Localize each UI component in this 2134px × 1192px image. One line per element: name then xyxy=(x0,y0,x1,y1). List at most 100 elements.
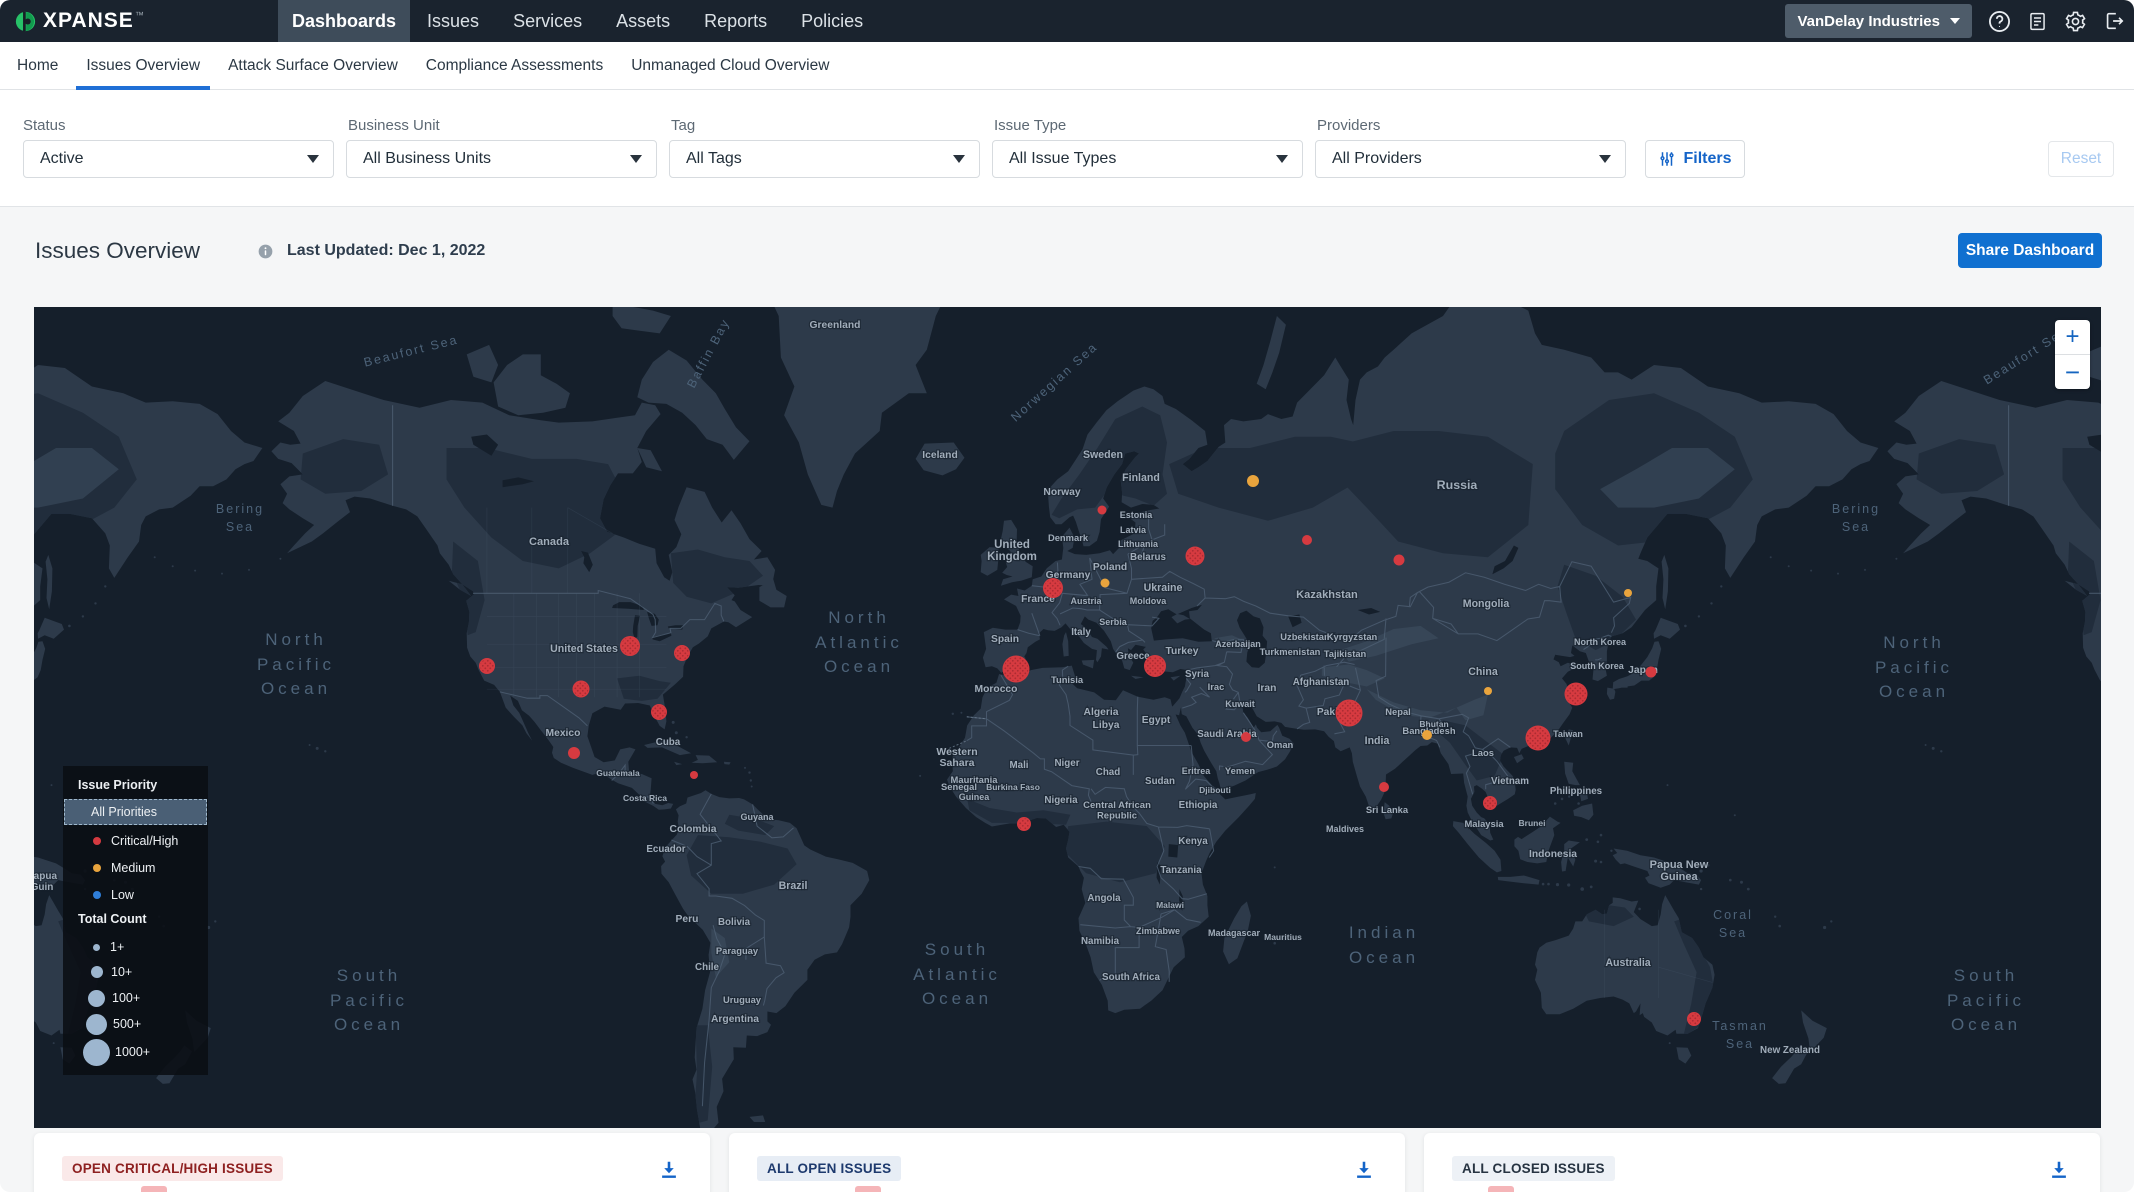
svg-text:North Korea: North Korea xyxy=(1574,637,1627,647)
svg-text:Sudan: Sudan xyxy=(1145,776,1175,787)
svg-text:Brunei: Brunei xyxy=(1519,818,1546,828)
svg-text:Lithuania: Lithuania xyxy=(1118,539,1159,549)
svg-text:South Korea: South Korea xyxy=(1570,661,1624,671)
svg-text:Ocean: Ocean xyxy=(824,657,894,676)
svg-text:Syria: Syria xyxy=(1185,669,1210,680)
svg-text:Chile: Chile xyxy=(695,962,720,973)
svg-text:Madagascar: Madagascar xyxy=(1208,928,1261,938)
svg-text:Egypt: Egypt xyxy=(1142,715,1171,726)
svg-text:Sea: Sea xyxy=(1842,520,1870,534)
svg-text:Uruguay: Uruguay xyxy=(723,994,762,1005)
svg-text:Mali: Mali xyxy=(1009,760,1028,771)
svg-text:South: South xyxy=(337,966,401,985)
svg-text:Republic: Republic xyxy=(1097,810,1137,821)
svg-text:Atlantic: Atlantic xyxy=(815,633,903,652)
svg-text:Sea: Sea xyxy=(226,520,254,534)
svg-text:Sea: Sea xyxy=(1719,926,1747,940)
svg-text:Senegal: Senegal xyxy=(941,781,977,792)
svg-text:Algeria: Algeria xyxy=(1084,707,1119,718)
svg-text:Mauritius: Mauritius xyxy=(1264,932,1302,942)
svg-text:Iran: Iran xyxy=(1258,683,1277,694)
svg-text:Norway: Norway xyxy=(1043,487,1080,498)
svg-text:Mexico: Mexico xyxy=(546,728,581,739)
svg-text:Italy: Italy xyxy=(1071,627,1091,638)
svg-text:North: North xyxy=(1883,633,1945,652)
svg-text:Philippines: Philippines xyxy=(1550,786,1603,797)
svg-text:Cuba: Cuba xyxy=(656,737,681,748)
svg-text:Latvia: Latvia xyxy=(1120,525,1147,535)
svg-text:Afghanistan: Afghanistan xyxy=(1293,677,1350,688)
svg-text:Pacific: Pacific xyxy=(257,655,335,674)
svg-text:Ocean: Ocean xyxy=(1349,948,1419,967)
svg-text:Kuwait: Kuwait xyxy=(1225,699,1255,709)
svg-text:Djibouti: Djibouti xyxy=(1199,785,1231,795)
svg-text:Ocean: Ocean xyxy=(922,989,992,1008)
svg-text:Taiwan: Taiwan xyxy=(1553,729,1583,739)
svg-text:Zimbabwe: Zimbabwe xyxy=(1136,926,1180,936)
svg-text:Brazil: Brazil xyxy=(779,880,808,892)
svg-text:Kenya: Kenya xyxy=(1178,836,1208,847)
svg-text:Burkina Faso: Burkina Faso xyxy=(986,782,1040,792)
svg-text:Morocco: Morocco xyxy=(975,684,1018,695)
svg-text:South: South xyxy=(1954,966,2018,985)
svg-text:Denmark: Denmark xyxy=(1048,532,1089,543)
svg-text:South Africa: South Africa xyxy=(1102,972,1160,983)
svg-text:Peru: Peru xyxy=(676,914,699,925)
svg-text:Tunisia: Tunisia xyxy=(1051,674,1084,685)
svg-text:Azerbaijan: Azerbaijan xyxy=(1215,639,1261,649)
svg-text:South: South xyxy=(925,940,989,959)
svg-text:Chad: Chad xyxy=(1096,767,1121,778)
svg-text:China: China xyxy=(1468,666,1498,678)
svg-text:Bering: Bering xyxy=(1832,502,1880,516)
svg-text:North: North xyxy=(828,608,890,627)
svg-text:Libya: Libya xyxy=(1093,720,1120,731)
svg-text:Mongolia: Mongolia xyxy=(1463,598,1510,610)
svg-text:Malawi: Malawi xyxy=(1156,900,1184,910)
svg-text:Belarus: Belarus xyxy=(1130,552,1166,563)
svg-text:Vietnam: Vietnam xyxy=(1491,776,1529,787)
svg-text:Namibia: Namibia xyxy=(1081,936,1120,947)
svg-text:Australia: Australia xyxy=(1605,957,1650,969)
svg-text:Indonesia: Indonesia xyxy=(1529,849,1577,860)
svg-text:United States: United States xyxy=(550,643,618,655)
svg-text:Sri Lanka: Sri Lanka xyxy=(1366,804,1409,815)
svg-text:Poland: Poland xyxy=(1093,562,1127,573)
svg-text:Pacific: Pacific xyxy=(330,991,408,1010)
svg-text:Iceland: Iceland xyxy=(922,450,957,461)
svg-text:Guinea: Guinea xyxy=(959,792,991,802)
svg-text:Greenland: Greenland xyxy=(810,320,861,331)
svg-text:North: North xyxy=(265,630,327,649)
svg-text:Maldives: Maldives xyxy=(1326,824,1364,834)
svg-text:Pacific: Pacific xyxy=(1875,658,1953,677)
svg-text:Sweden: Sweden xyxy=(1083,449,1123,461)
svg-text:Sahara: Sahara xyxy=(939,757,974,769)
svg-text:Kazakhstan: Kazakhstan xyxy=(1296,589,1358,601)
svg-text:Finland: Finland xyxy=(1122,472,1160,484)
svg-text:Malaysia: Malaysia xyxy=(1464,818,1504,829)
svg-text:Indian: Indian xyxy=(1349,923,1419,942)
svg-text:Turkmenistan: Turkmenistan xyxy=(1260,646,1321,657)
svg-text:Turkey: Turkey xyxy=(1165,646,1198,657)
svg-text:Guinea: Guinea xyxy=(1660,871,1698,883)
svg-text:Tasman: Tasman xyxy=(1712,1019,1768,1033)
svg-text:United: United xyxy=(994,539,1030,551)
svg-text:Niger: Niger xyxy=(1054,758,1079,769)
svg-text:Russia: Russia xyxy=(1437,478,1478,492)
svg-text:Austria: Austria xyxy=(1070,596,1102,606)
svg-text:Oman: Oman xyxy=(1267,739,1294,750)
svg-text:Tajikistan: Tajikistan xyxy=(1324,648,1367,659)
svg-text:Serbia: Serbia xyxy=(1099,617,1128,627)
svg-text:Tanzania: Tanzania xyxy=(1160,865,1202,876)
svg-text:Argentina: Argentina xyxy=(711,1014,759,1025)
svg-text:Eritrea: Eritrea xyxy=(1182,766,1212,776)
svg-text:Yemen: Yemen xyxy=(1225,765,1255,776)
svg-text:Ocean: Ocean xyxy=(1951,1015,2021,1034)
svg-text:Paraguay: Paraguay xyxy=(716,945,759,956)
svg-text:Greece: Greece xyxy=(1116,651,1150,662)
svg-text:Kingdom: Kingdom xyxy=(987,551,1037,563)
svg-text:Ocean: Ocean xyxy=(1879,682,1949,701)
svg-text:Papua: Papua xyxy=(34,871,57,882)
svg-text:Canada: Canada xyxy=(529,536,570,548)
svg-text:Laos: Laos xyxy=(1472,747,1494,758)
svg-text:Nepal: Nepal xyxy=(1385,706,1411,717)
